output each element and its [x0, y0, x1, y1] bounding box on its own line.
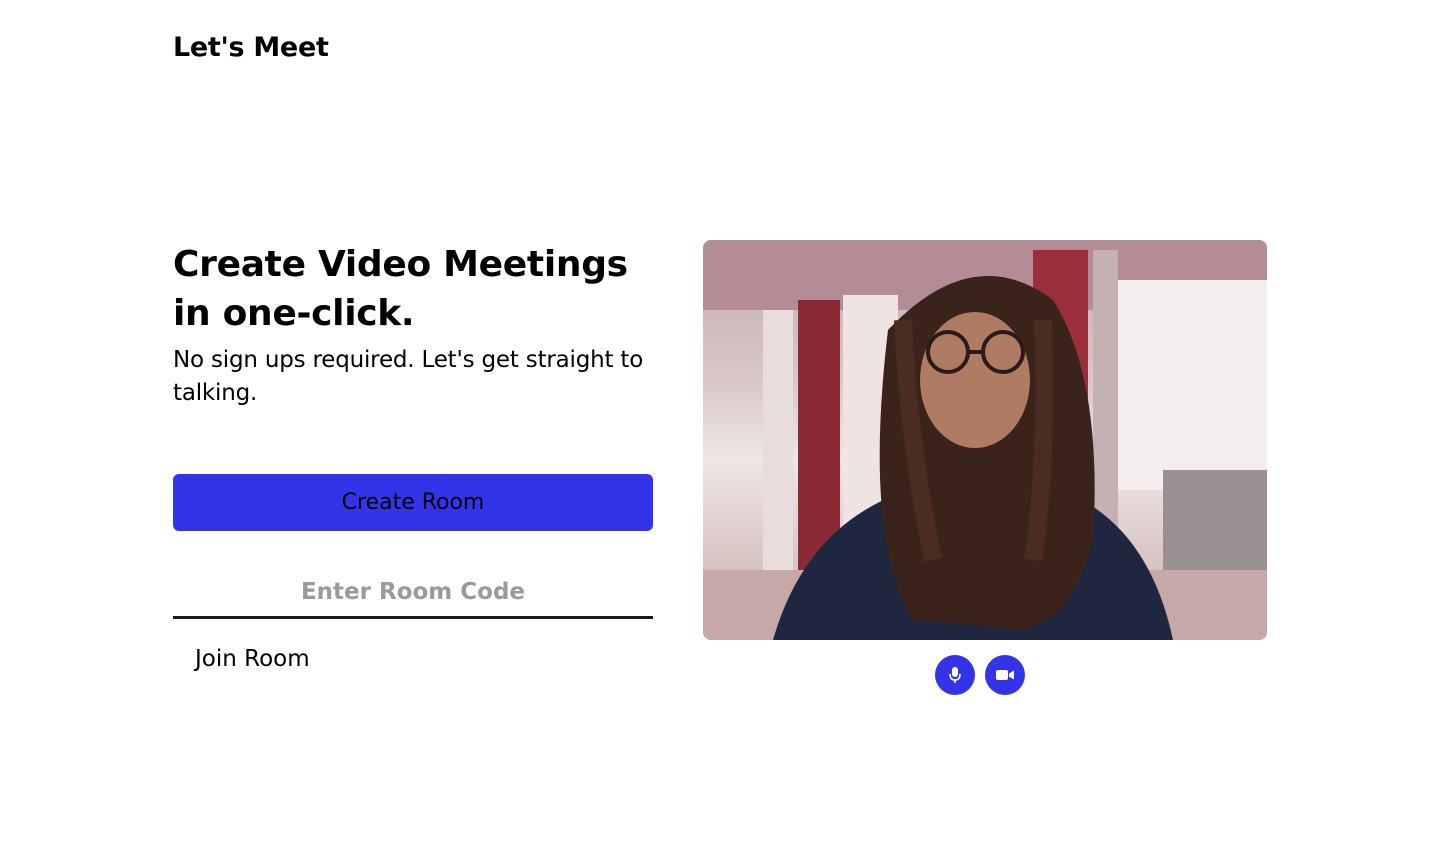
page-subtext: No sign ups required. Let's get straight…	[173, 347, 644, 406]
join-room-button[interactable]: Join Room	[195, 646, 310, 672]
video-preview	[703, 240, 1267, 640]
page-headline: Create Video Meetings in one-click.	[173, 244, 628, 334]
app-brand: Let's Meet	[173, 32, 329, 63]
microphone-toggle-button[interactable]	[935, 655, 975, 695]
webcam-feed-image	[703, 240, 1267, 640]
microphone-icon	[949, 667, 961, 683]
hero-section: Create Video Meetings in one-click. No s…	[173, 240, 653, 672]
video-camera-icon	[996, 670, 1014, 680]
camera-toggle-button[interactable]	[985, 655, 1025, 695]
media-controls	[935, 655, 1025, 695]
room-code-input[interactable]	[173, 568, 653, 619]
create-room-button[interactable]: Create Room	[173, 474, 653, 531]
